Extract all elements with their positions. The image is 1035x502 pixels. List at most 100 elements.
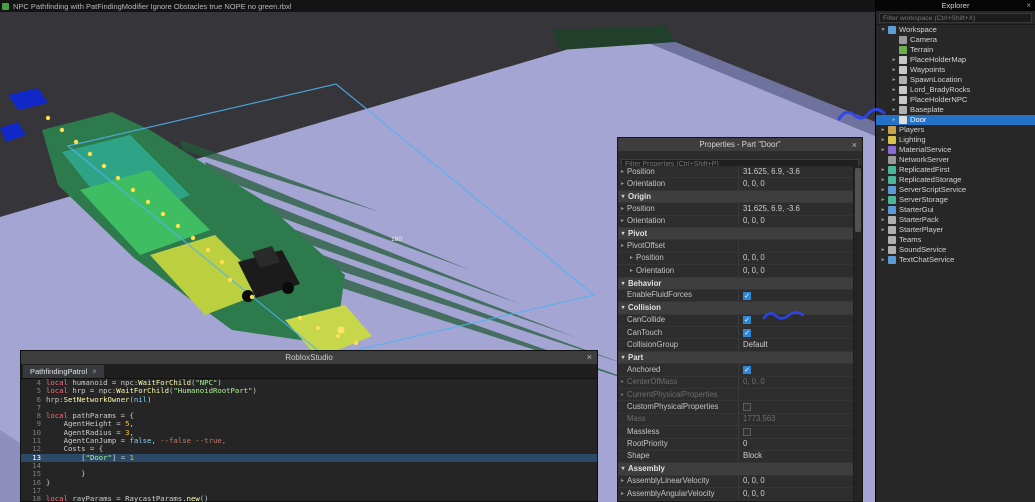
- explorer-item-placeholdernpc[interactable]: ▸ PlaceHolderNPC: [876, 95, 1035, 105]
- expand-arrow-icon[interactable]: ▸: [879, 245, 887, 255]
- explorer-header[interactable]: Explorer ×: [876, 0, 1035, 11]
- property-row-mass[interactable]: Mass 1773.563: [618, 413, 854, 427]
- expand-arrow-icon[interactable]: ▸: [618, 178, 627, 189]
- explorer-item-networkserver[interactable]: NetworkServer: [876, 155, 1035, 165]
- property-row-orientation[interactable]: ▸ Orientation 0, 0, 0: [618, 265, 854, 278]
- code-line[interactable]: 6 hrp:SetNetworkOwner(nil): [21, 395, 597, 404]
- property-value[interactable]: 0, 0, 0: [739, 377, 854, 388]
- property-value[interactable]: Default: [739, 339, 854, 350]
- expand-arrow-icon[interactable]: ▸: [618, 389, 627, 400]
- explorer-item-replicatedstorage[interactable]: ▸ ReplicatedStorage: [876, 175, 1035, 185]
- expand-arrow-icon[interactable]: ▸: [627, 253, 636, 264]
- explorer-item-workspace[interactable]: ▾ Workspace: [876, 25, 1035, 35]
- expand-arrow-icon[interactable]: ▸: [879, 175, 887, 185]
- property-value[interactable]: 31.625, 6.9, -3.6: [739, 203, 854, 214]
- property-value[interactable]: 0, 0, 0: [739, 216, 854, 227]
- property-section-part[interactable]: ▾ Part: [618, 351, 854, 365]
- property-row-shape[interactable]: Shape Block: [618, 450, 854, 464]
- explorer-item-baseplate[interactable]: ▸ Baseplate: [876, 105, 1035, 115]
- expand-arrow-icon[interactable]: ▸: [890, 55, 898, 65]
- explorer-close-button[interactable]: ×: [1026, 1, 1031, 10]
- property-section-collision[interactable]: ▾ Collision: [618, 302, 854, 315]
- property-section-origin[interactable]: ▾ Origin: [618, 190, 854, 204]
- checkbox-massless[interactable]: [743, 427, 751, 436]
- expand-arrow-icon[interactable]: ▸: [879, 185, 887, 195]
- property-section-behavior[interactable]: ▾ Behavior: [618, 277, 854, 290]
- section-collapse-icon[interactable]: ▾: [618, 228, 628, 239]
- property-row-assemblylinearvelocity[interactable]: ▸ AssemblyLinearVelocity 0, 0, 0: [618, 475, 854, 489]
- property-value[interactable]: Block: [739, 451, 854, 462]
- explorer-item-replicatedfirst[interactable]: ▸ ReplicatedFirst: [876, 165, 1035, 175]
- property-value[interactable]: [739, 389, 854, 400]
- property-value[interactable]: [739, 240, 854, 251]
- expand-arrow-icon[interactable]: ▸: [618, 216, 627, 227]
- property-value[interactable]: 0, 0, 0: [739, 178, 854, 189]
- property-row-massless[interactable]: Massless: [618, 426, 854, 439]
- property-section-assembly[interactable]: ▾ Assembly: [618, 463, 854, 476]
- section-collapse-icon[interactable]: ▾: [618, 302, 628, 313]
- property-row-currentphysicalproperties[interactable]: ▸ CurrentPhysicalProperties: [618, 389, 854, 402]
- property-value[interactable]: 31.625, 6.9, -3.6: [739, 166, 854, 177]
- code-line[interactable]: 18 local rayParams = RaycastParams.new(): [21, 494, 597, 502]
- checkbox-anchored[interactable]: ✓: [743, 365, 751, 374]
- explorer-item-serverstorage[interactable]: ▸ ServerStorage: [876, 195, 1035, 205]
- expand-arrow-icon[interactable]: ▸: [890, 105, 898, 115]
- property-value[interactable]: ✓: [739, 290, 854, 301]
- section-collapse-icon[interactable]: ▾: [618, 278, 628, 289]
- property-value[interactable]: 0, 0, 0: [739, 476, 854, 487]
- expand-arrow-icon[interactable]: ▸: [618, 240, 627, 251]
- expand-arrow-icon[interactable]: ▸: [890, 75, 898, 85]
- explorer-item-lighting[interactable]: ▸ Lighting: [876, 135, 1035, 145]
- expand-arrow-icon[interactable]: ▸: [890, 65, 898, 75]
- section-collapse-icon[interactable]: ▾: [618, 191, 628, 202]
- property-row-position[interactable]: ▸ Position 0, 0, 0: [618, 252, 854, 266]
- scrollbar-thumb[interactable]: [855, 168, 861, 232]
- tab-pathfindingpatrol[interactable]: PathfindingPatrol ×: [23, 365, 104, 378]
- property-value[interactable]: 0: [739, 439, 854, 450]
- property-row-customphysicalproperties[interactable]: CustomPhysicalProperties: [618, 401, 854, 414]
- expand-arrow-icon[interactable]: ▸: [879, 215, 887, 225]
- property-value[interactable]: 0, 0, 0: [739, 253, 854, 264]
- property-value[interactable]: 1773.563: [739, 414, 854, 425]
- expand-arrow-icon[interactable]: ▸: [879, 125, 887, 135]
- property-row-assemblyangularvelocity[interactable]: ▸ AssemblyAngularVelocity 0, 0, 0: [618, 488, 854, 501]
- expand-arrow-icon[interactable]: ▾: [879, 25, 887, 35]
- tab-close-icon[interactable]: ×: [92, 367, 97, 376]
- property-row-collisiongroup[interactable]: CollisionGroup Default: [618, 339, 854, 352]
- explorer-item-terrain[interactable]: Terrain: [876, 45, 1035, 55]
- checkbox-cantouch[interactable]: ✓: [743, 328, 751, 337]
- expand-arrow-icon[interactable]: ▸: [890, 95, 898, 105]
- checkbox-enablefluidforces[interactable]: ✓: [743, 291, 751, 300]
- property-value[interactable]: 0, 0, 0: [739, 488, 854, 499]
- explorer-item-door[interactable]: ▸ Door: [876, 115, 1035, 125]
- code-line[interactable]: 16}: [21, 478, 597, 487]
- property-value[interactable]: [739, 401, 854, 412]
- expand-arrow-icon[interactable]: ▸: [627, 265, 636, 276]
- expand-arrow-icon[interactable]: ▸: [618, 203, 627, 214]
- code-line[interactable]: 14: [21, 461, 597, 470]
- properties-close-button[interactable]: ×: [852, 140, 857, 150]
- explorer-item-placeholdermap[interactable]: ▸ PlaceHolderMap: [876, 55, 1035, 65]
- property-row-pivotoffset[interactable]: ▸ PivotOffset: [618, 240, 854, 253]
- explorer-filter-input[interactable]: [879, 13, 1032, 23]
- code-line[interactable]: 13 ["Door"] = 1: [21, 453, 597, 462]
- property-value[interactable]: ✓: [739, 327, 854, 338]
- property-value[interactable]: 0, 0, 0: [739, 265, 854, 276]
- properties-scrollbar[interactable]: [853, 166, 862, 501]
- code-line[interactable]: 15 }: [21, 469, 597, 478]
- property-value[interactable]: ✓: [739, 364, 854, 375]
- expand-arrow-icon[interactable]: ▸: [879, 195, 887, 205]
- property-section-pivot[interactable]: ▾ Pivot: [618, 227, 854, 241]
- explorer-item-waypoints[interactable]: ▸ Waypoints: [876, 65, 1035, 75]
- property-value[interactable]: [739, 426, 854, 437]
- explorer-item-startergui[interactable]: ▸ StarterGui: [876, 205, 1035, 215]
- explorer-item-textchatservice[interactable]: ▸ TextChatService: [876, 255, 1035, 265]
- script-window-close-button[interactable]: ×: [587, 351, 592, 364]
- expand-arrow-icon[interactable]: ▸: [618, 377, 627, 388]
- expand-arrow-icon[interactable]: ▸: [618, 488, 627, 499]
- property-row-anchored[interactable]: Anchored ✓: [618, 364, 854, 377]
- property-value[interactable]: ✓: [739, 315, 854, 326]
- explorer-item-camera[interactable]: Camera: [876, 35, 1035, 45]
- property-row-rootpriority[interactable]: RootPriority 0: [618, 438, 854, 451]
- property-row-position[interactable]: ▸ Position 31.625, 6.9, -3.6: [618, 166, 854, 179]
